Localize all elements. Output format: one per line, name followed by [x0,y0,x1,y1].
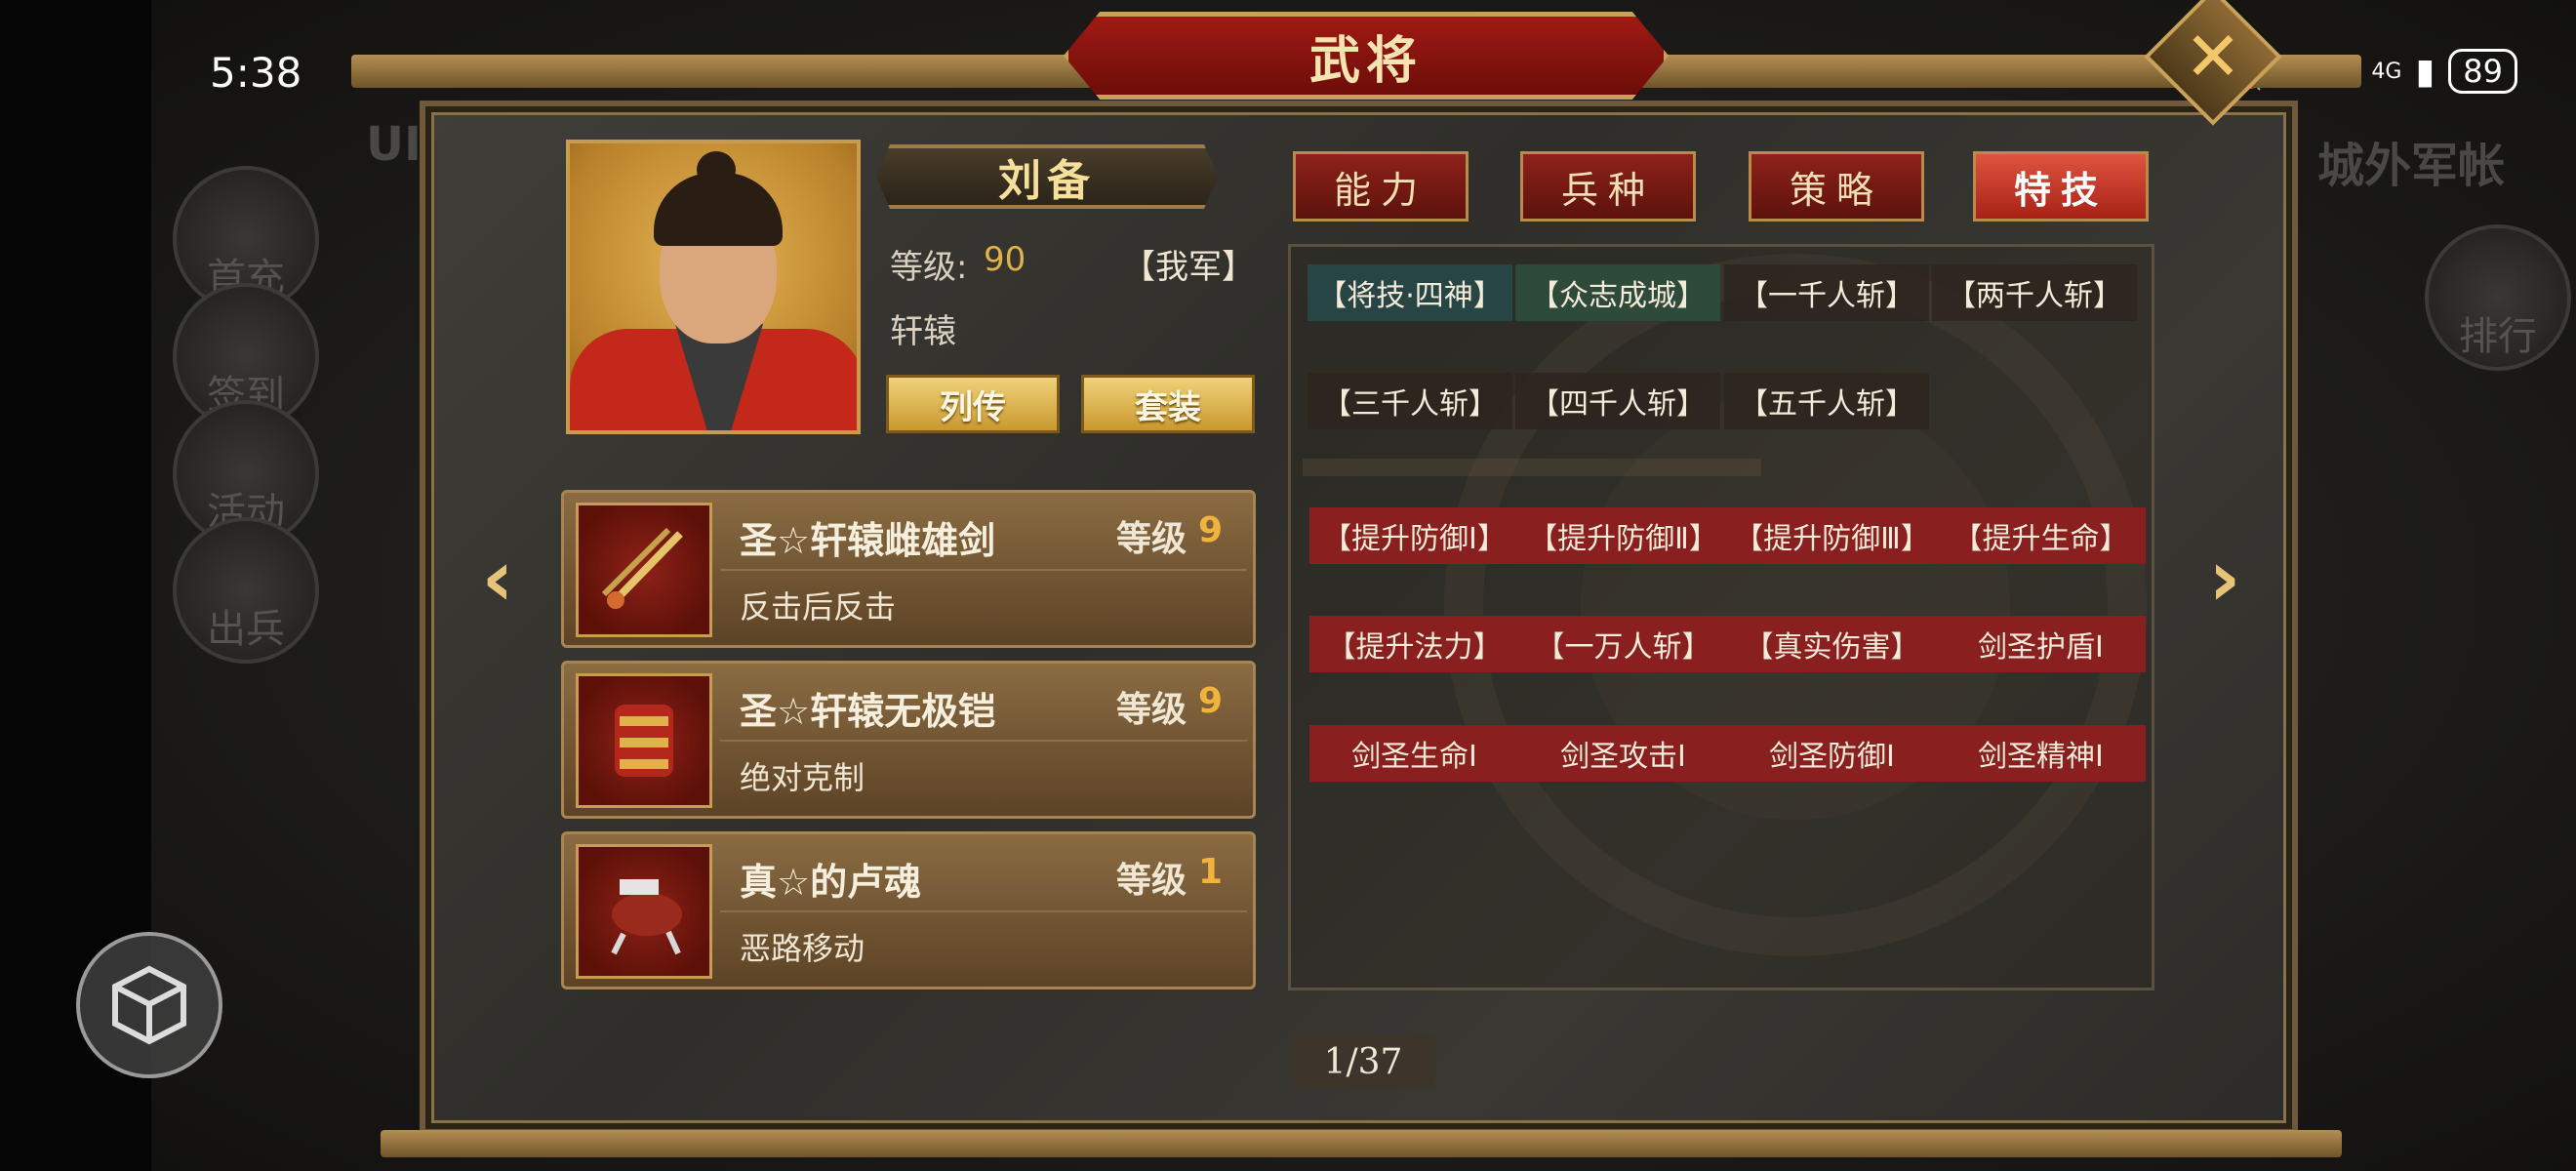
sword-icon [576,503,712,637]
armor-icon [576,673,712,808]
skill-chip[interactable]: 【两千人斩】 [1932,264,2137,321]
equipment-name: 真☆的卢魂 [740,861,922,904]
skill-chip[interactable]: 【四千人斩】 [1515,373,1720,429]
equipment-desc: 绝对克制 [740,759,865,796]
skill-chip[interactable]: 【五千人斩】 [1724,373,1929,429]
equipment-slot-armor[interactable]: 圣☆轩辕无极铠 等级 9 绝对克制 [561,661,1256,819]
equipment-level-label: 等级 [1116,519,1187,559]
bg-title-camp: 城外军帐 [2317,139,2506,193]
skill-chip[interactable]: 【提升防御Ⅰ】 [1309,507,1519,564]
dialog-title: 武将 [1064,12,1669,100]
equipment-slot-mount[interactable]: 真☆的卢魂 等级 1 恶路移动 [561,831,1256,989]
biography-button[interactable]: 列传 [886,375,1060,433]
skill-chip[interactable]: 【三千人斩】 [1308,373,1512,429]
skill-chip[interactable]: 【将技·四神】 [1308,264,1512,321]
skill-chip[interactable]: 【真实伤害】 [1727,616,1937,672]
general-level-value: 90 [984,240,1026,279]
equipment-level: 1 [1198,852,1224,892]
equipment-level-label: 等级 [1116,690,1187,730]
skill-chip[interactable]: 【一万人斩】 [1518,616,1728,672]
horse-icon [576,844,712,979]
equipment-desc: 恶路移动 [740,930,865,967]
general-portrait [566,140,861,434]
equipment-slot-weapon[interactable]: 圣☆轩辕雌雄剑 等级 9 反击后反击 [561,490,1256,648]
page-indicator: 1/37 [1291,1034,1435,1089]
skill-chip[interactable]: 【提升生命】 [1936,507,2146,564]
bg-menu-send-troops: 出兵 [173,517,319,664]
tab-strategy[interactable]: 策略 [1749,151,1924,222]
general-name: 刘备 [876,144,1218,209]
cube-icon [112,965,186,1045]
tab-troop-type[interactable]: 兵种 [1520,151,1696,222]
skill-chip[interactable]: 【提升防御Ⅱ】 [1518,507,1728,564]
skill-section-divider [1303,459,1761,476]
skill-chip[interactable]: 【一千人斩】 [1724,264,1929,321]
skill-chip[interactable]: 剑圣精神Ⅰ [1936,725,2146,782]
frame-bottom-rail [381,1130,2342,1157]
general-subtitle: 轩辕 [890,312,956,351]
equipment-name: 圣☆轩辕无极铠 [740,690,996,733]
skill-chip[interactable]: 【提升防御Ⅲ】 [1727,507,1937,564]
general-faction: 【我军】 [1122,248,1255,287]
equipment-name: 圣☆轩辕雌雄剑 [740,519,996,562]
signal-icon: ▮ [2415,51,2435,92]
equipment-set-button[interactable]: 套装 [1081,375,1255,433]
skill-chip[interactable]: 剑圣护盾Ⅰ [1936,616,2146,672]
equipment-level-label: 等级 [1116,861,1187,901]
skill-chip[interactable]: 【众志成城】 [1515,264,1720,321]
status-time: 5:38 [210,49,302,97]
network-label: 4G [2371,59,2402,84]
equipment-level: 9 [1198,681,1224,721]
chevron-right-icon[interactable]: › [2195,533,2254,624]
tab-ability[interactable]: 能力 [1293,151,1469,222]
floating-assist-button[interactable] [76,932,222,1078]
skill-chip[interactable]: 剑圣攻击Ⅰ [1518,725,1728,782]
equipment-level: 9 [1198,510,1224,550]
bg-ui-label: UI [366,117,422,172]
equipment-desc: 反击后反击 [740,588,897,626]
tab-special-skill[interactable]: 特技 [1973,151,2149,222]
chevron-left-icon[interactable]: ‹ [468,533,527,624]
battery-indicator: 89 [2448,49,2517,94]
skill-chip[interactable]: 剑圣防御Ⅰ [1727,725,1937,782]
bg-menu-ranking: 排行 [2425,224,2571,371]
close-icon[interactable]: ✕ [2164,8,2262,105]
skill-chip[interactable]: 【提升法力】 [1309,616,1519,672]
general-level-label: 等级: [890,248,968,287]
skill-chip[interactable]: 剑圣生命Ⅰ [1309,725,1519,782]
